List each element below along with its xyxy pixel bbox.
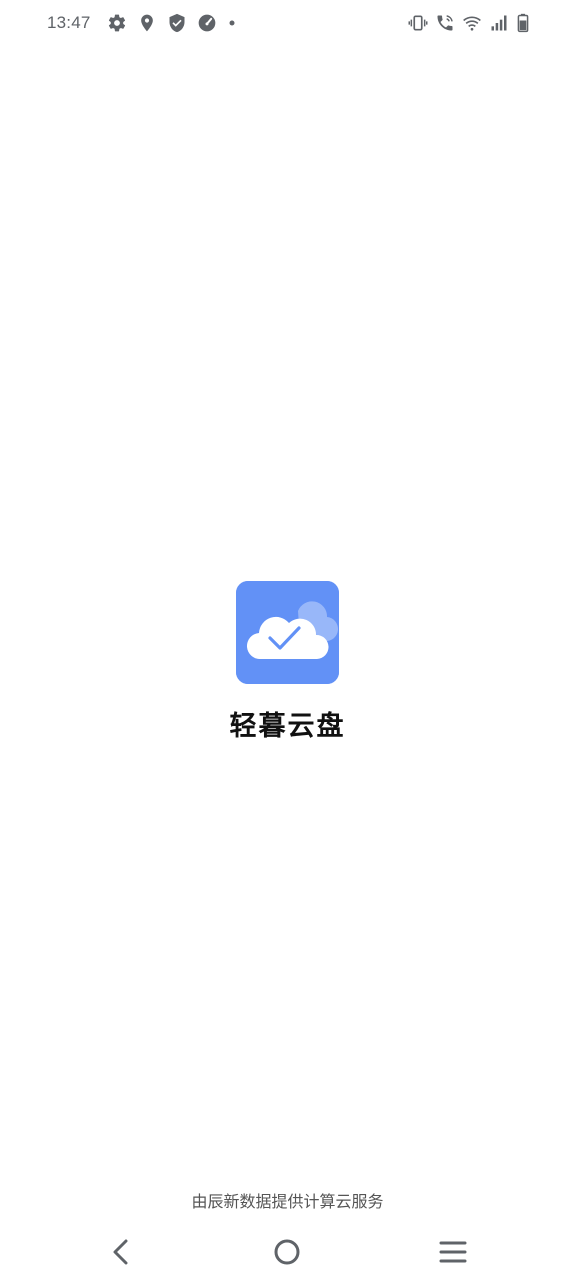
- cloud-check-icon: [236, 581, 339, 684]
- status-left: 13:47: [47, 12, 237, 34]
- status-bar: 13:47: [0, 0, 575, 46]
- shield-icon: [167, 13, 187, 33]
- gear-icon: [107, 13, 127, 33]
- home-button[interactable]: [269, 1234, 305, 1270]
- speedometer-icon: [197, 13, 217, 33]
- battery-icon: [516, 13, 530, 33]
- vibrate-icon: [408, 13, 428, 33]
- signal-icon: [489, 13, 509, 33]
- provider-text: 由辰新数据提供计算云服务: [191, 1192, 384, 1211]
- status-right: [408, 12, 530, 34]
- wifi-calling-icon: [435, 13, 455, 33]
- back-chevron-icon: [113, 1239, 128, 1265]
- back-button[interactable]: [104, 1234, 140, 1270]
- home-circle-icon: [274, 1239, 300, 1265]
- navigation-bar: [0, 1225, 575, 1280]
- recents-button[interactable]: [435, 1234, 471, 1270]
- wifi-icon: [462, 13, 482, 33]
- status-time: 13:47: [47, 13, 91, 32]
- app-name: 轻暮云盘: [229, 711, 346, 742]
- app-logo: [236, 581, 339, 684]
- splash-screen: 13:47 轻暮云盘 由辰新数据提供计算云服务: [0, 0, 575, 1280]
- menu-lines-icon: [439, 1241, 467, 1263]
- location-pin-icon: [137, 13, 157, 33]
- dot-icon: [227, 13, 237, 33]
